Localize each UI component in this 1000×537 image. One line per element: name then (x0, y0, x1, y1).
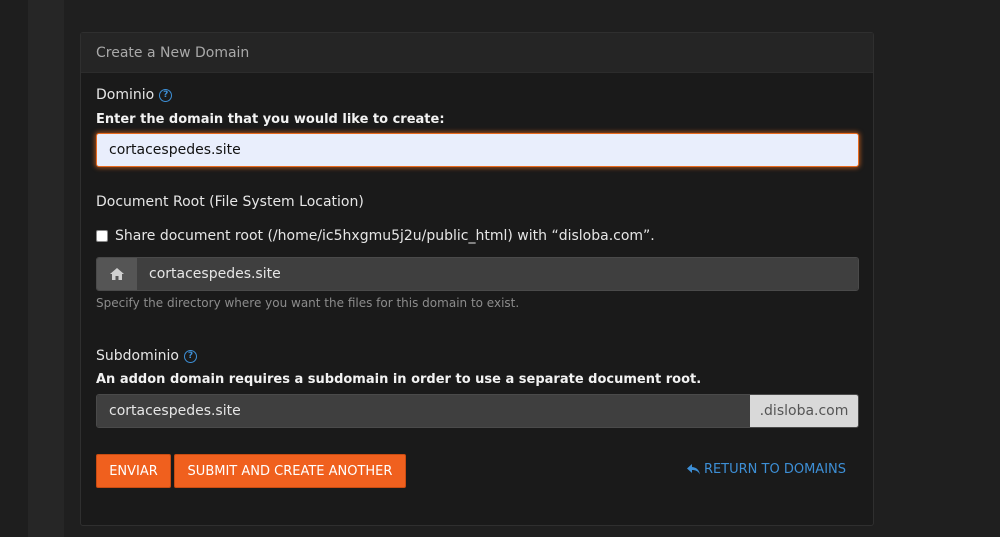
home-icon-svg (110, 268, 124, 280)
reply-icon (686, 464, 700, 475)
create-domain-panel: Create a New Domain Dominio ? Enter the … (80, 32, 874, 526)
domain-label-text: Dominio (96, 87, 155, 103)
return-to-domains-label: Return To Domains (703, 462, 846, 477)
question-circle-icon[interactable]: ? (159, 88, 173, 102)
subdomain-input-group: .disloba.com (96, 394, 859, 428)
submit-and-create-another-button[interactable]: Submit And Create Another (174, 454, 406, 488)
subdomain-label-text: Subdominio (96, 348, 179, 364)
document-root-label-text: Document Root (File System Location) (96, 194, 364, 210)
subdomain-suffix: .disloba.com (750, 395, 858, 427)
return-to-domains-link[interactable]: Return To Domains (686, 462, 846, 477)
subdomain-instruction: An addon domain requires a subdomain in … (96, 372, 702, 387)
subdomain-input[interactable] (97, 395, 750, 427)
document-root-label: Document Root (File System Location) (96, 194, 364, 210)
share-docroot-row: Share document root (/home/ic5hxgmu5j2u/… (96, 228, 655, 244)
document-root-input-group (96, 257, 859, 291)
home-icon (97, 258, 137, 290)
submit-button[interactable]: Enviar (96, 454, 171, 488)
reply-icon-svg (686, 464, 700, 475)
document-root-input[interactable] (137, 258, 858, 290)
side-strip (28, 0, 64, 537)
domain-instruction: Enter the domain that you would like to … (96, 112, 445, 127)
question-circle-icon[interactable]: ? (183, 349, 197, 363)
document-root-help: Specify the directory where you want the… (96, 296, 520, 310)
panel-header: Create a New Domain (81, 33, 873, 73)
left-gutter (0, 0, 28, 537)
domain-label: Dominio ? (96, 87, 173, 103)
share-docroot-checkbox[interactable] (96, 230, 108, 242)
panel-title: Create a New Domain (96, 44, 250, 61)
share-docroot-label: Share document root (/home/ic5hxgmu5j2u/… (115, 228, 655, 244)
subdomain-label: Subdominio ? (96, 348, 197, 364)
page: Create a New Domain Dominio ? Enter the … (0, 0, 1000, 537)
domain-input[interactable] (96, 133, 859, 167)
